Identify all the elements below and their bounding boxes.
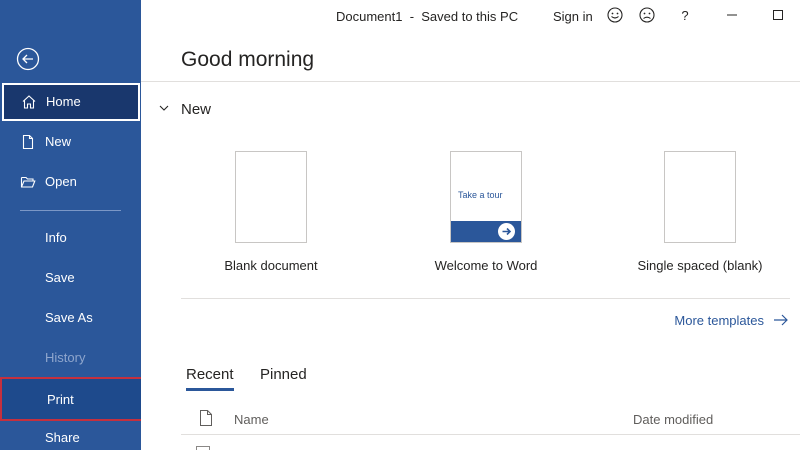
list-divider — [181, 434, 800, 435]
sidebar-item-label: Home — [46, 94, 81, 109]
sidebar-item-label: Save As — [45, 310, 93, 325]
sidebar-item-share[interactable]: Share — [0, 419, 141, 450]
template-single-spaced[interactable]: Single spaced (blank) — [600, 151, 800, 273]
new-section-title: New — [181, 101, 212, 118]
sidebar-item-new[interactable]: New — [0, 123, 141, 161]
template-blank-document[interactable]: Blank document — [171, 151, 371, 273]
sidebar-item-info[interactable]: Info — [0, 219, 141, 257]
svg-text:?: ? — [681, 8, 688, 23]
sidebar-item-save[interactable]: Save — [0, 259, 141, 297]
sign-in-link[interactable]: Sign in — [553, 9, 593, 24]
sidebar-item-label: Open — [45, 174, 77, 189]
frown-icon[interactable] — [638, 6, 656, 24]
template-thumbnail — [664, 151, 736, 243]
sidebar-item-label: New — [45, 134, 72, 149]
smile-icon[interactable] — [606, 6, 624, 24]
sidebar-item-label: History — [45, 350, 86, 365]
sidebar-item-label: Print — [47, 392, 74, 407]
take-a-tour-text: Take a tour — [458, 190, 503, 200]
minimize-icon[interactable] — [723, 6, 741, 24]
help-icon[interactable]: ? — [676, 6, 694, 24]
main-content: New Blank document Take a tour Welcome t… — [141, 82, 800, 450]
arrow-right-icon — [498, 223, 515, 240]
sidebar-item-label: Info — [45, 230, 67, 245]
greeting-title: Good morning — [181, 48, 315, 71]
column-header-date-modified[interactable]: Date modified — [633, 412, 713, 427]
more-templates-link[interactable]: More templates — [674, 313, 764, 328]
file-icon — [199, 410, 213, 426]
tab-recent[interactable]: Recent — [186, 366, 234, 391]
backstage-sidebar: Home New Open Info Save Save As History … — [0, 0, 143, 450]
template-label: Single spaced (blank) — [637, 258, 763, 273]
section-divider — [181, 298, 790, 299]
sidebar-item-label: Share — [45, 430, 80, 445]
arrow-right-icon[interactable] — [772, 311, 790, 329]
template-label: Blank document — [224, 258, 318, 273]
sidebar-item-home[interactable]: Home — [2, 83, 140, 121]
template-thumbnail: Take a tour — [450, 151, 522, 243]
sidebar-divider — [20, 210, 121, 211]
greeting-header: Good morning — [141, 32, 800, 82]
sidebar-item-label: Save — [45, 270, 75, 285]
column-header-name[interactable]: Name — [234, 412, 269, 427]
tab-pinned[interactable]: Pinned — [260, 366, 307, 383]
new-document-icon — [20, 134, 36, 150]
sidebar-item-print[interactable]: Print — [0, 377, 143, 421]
sidebar-item-save-as[interactable]: Save As — [0, 299, 141, 337]
open-folder-icon — [20, 174, 36, 190]
chevron-down-icon[interactable] — [157, 101, 171, 115]
sidebar-item-open[interactable]: Open — [0, 163, 141, 201]
tour-bar — [451, 221, 521, 242]
row-checkbox[interactable] — [196, 446, 210, 450]
maximize-icon[interactable] — [769, 6, 787, 24]
document-title: Document1 - Saved to this PC — [336, 9, 519, 24]
back-arrow-icon[interactable] — [16, 47, 40, 71]
template-label: Welcome to Word — [434, 258, 538, 273]
home-icon — [21, 94, 37, 110]
template-welcome-to-word[interactable]: Take a tour Welcome to Word — [386, 151, 586, 273]
template-thumbnail — [235, 151, 307, 243]
sidebar-item-history: History — [0, 339, 141, 377]
title-bar: Document1 - Saved to this PC Sign in ? — [141, 0, 800, 32]
